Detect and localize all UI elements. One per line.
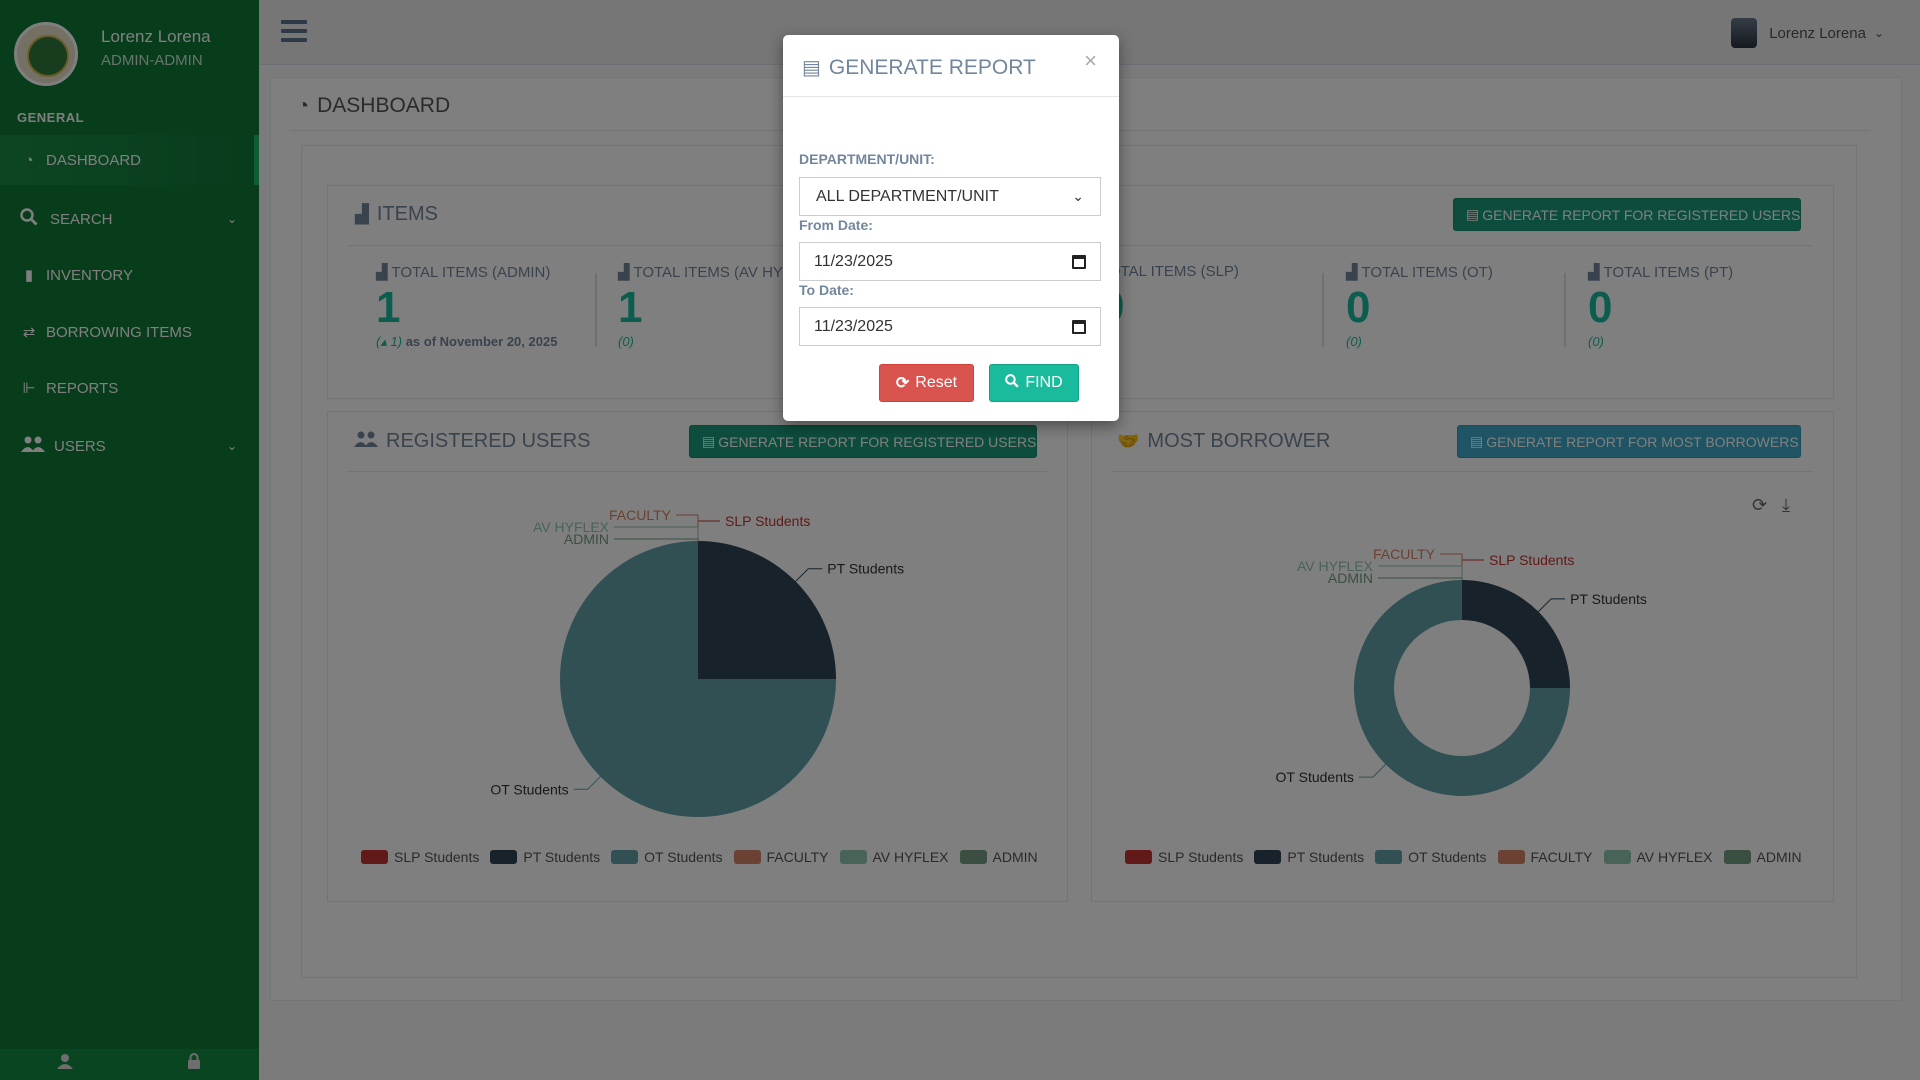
generate-report-modal: ▤ GENERATE REPORT × DEPARTMENT/UNIT: ALL… bbox=[783, 35, 1119, 421]
calendar-icon[interactable] bbox=[1072, 254, 1086, 269]
search-icon bbox=[1005, 373, 1019, 393]
chevron-down-icon: ⌄ bbox=[1072, 188, 1084, 204]
reset-label: Reset bbox=[915, 374, 958, 391]
reset-button[interactable]: ⟳ Reset bbox=[879, 364, 974, 402]
find-button[interactable]: FIND bbox=[989, 364, 1079, 402]
find-label: FIND bbox=[1025, 374, 1063, 391]
department-select-value: ALL DEPARTMENT/UNIT bbox=[816, 187, 999, 205]
modal-title-text: GENERATE REPORT bbox=[828, 55, 1036, 79]
close-icon[interactable]: × bbox=[1084, 48, 1097, 74]
divider bbox=[783, 96, 1119, 97]
from-date-value: 11/23/2025 bbox=[814, 252, 893, 270]
to-date-label: To Date: bbox=[799, 282, 854, 298]
calendar-icon[interactable] bbox=[1072, 319, 1086, 334]
to-date-input[interactable]: 11/23/2025 bbox=[799, 307, 1101, 346]
modal-title: ▤ GENERATE REPORT bbox=[802, 55, 1036, 80]
to-date-value: 11/23/2025 bbox=[814, 317, 893, 335]
file-export-icon: ▤ bbox=[802, 57, 821, 79]
department-select[interactable]: ALL DEPARTMENT/UNIT ⌄ bbox=[799, 177, 1101, 216]
department-label: DEPARTMENT/UNIT: bbox=[799, 151, 935, 167]
from-date-label: From Date: bbox=[799, 217, 873, 233]
from-date-input[interactable]: 11/23/2025 bbox=[799, 242, 1101, 281]
refresh-icon: ⟳ bbox=[895, 375, 910, 392]
